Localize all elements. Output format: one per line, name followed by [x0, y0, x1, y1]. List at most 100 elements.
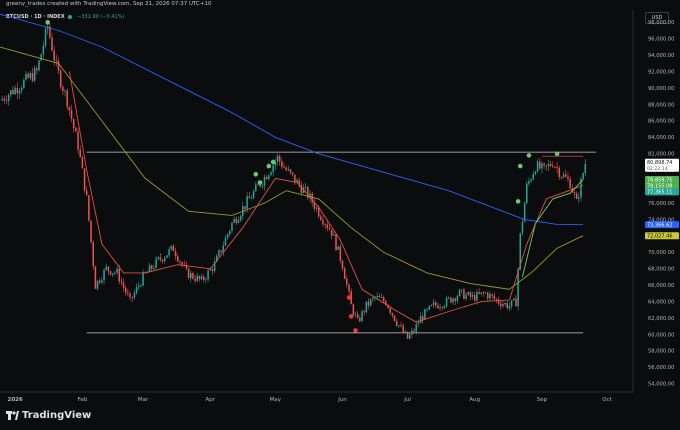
- candle: [155, 258, 157, 268]
- candle: [460, 289, 463, 291]
- candle: [424, 309, 426, 320]
- signal-dot: [270, 159, 276, 165]
- candle: [480, 292, 483, 294]
- candle: [378, 295, 381, 298]
- y-tick-label: 54,000.00: [648, 382, 674, 388]
- candle: [198, 275, 201, 280]
- candle: [118, 268, 120, 282]
- candle: [53, 50, 55, 61]
- candle: [88, 195, 90, 221]
- candle: [153, 267, 155, 269]
- candle: [317, 207, 320, 217]
- candle: [27, 73, 29, 79]
- signal-dot: [517, 163, 523, 169]
- candle: [367, 301, 370, 306]
- candle: [187, 268, 190, 279]
- candle: [179, 261, 181, 263]
- price-chart[interactable]: 54,000.00 56,000.00 58,000.00 60,000.00 62,0…: [0, 0, 680, 430]
- y-tick-label: 88,000.00: [648, 102, 674, 108]
- signal-dot: [353, 328, 358, 333]
- signal-dot: [515, 199, 521, 204]
- candle: [137, 285, 140, 287]
- candle: [447, 297, 450, 299]
- candle: [12, 90, 14, 95]
- candle: [513, 298, 515, 301]
- candle: [450, 297, 452, 303]
- candle: [469, 292, 472, 297]
- candle: [94, 266, 97, 289]
- candle: [96, 280, 99, 289]
- candle: [372, 297, 374, 300]
- candle: [489, 294, 491, 299]
- candle: [526, 183, 528, 204]
- candle: [575, 193, 578, 199]
- candle: [105, 266, 107, 270]
- candle: [270, 172, 272, 176]
- candle: [482, 292, 485, 294]
- candle: [231, 222, 233, 231]
- price-label-text: 80,898.74: [647, 160, 672, 166]
- candle: [554, 166, 556, 168]
- candle: [504, 302, 506, 305]
- candle: [70, 110, 73, 119]
- candle: [68, 106, 71, 111]
- candle: [486, 292, 489, 299]
- candle: [114, 272, 116, 274]
- candle: [406, 331, 409, 339]
- candle: [109, 271, 112, 275]
- candle: [515, 298, 517, 307]
- candle: [159, 257, 162, 260]
- candle: [567, 176, 569, 179]
- candle: [476, 292, 478, 301]
- candle: [389, 308, 391, 313]
- candle: [467, 292, 470, 295]
- candle: [578, 197, 580, 199]
- y-tick-label: 64,000.00: [648, 299, 674, 305]
- candle: [101, 280, 103, 283]
- candle: [90, 220, 92, 243]
- candle: [120, 281, 123, 283]
- candle: [456, 296, 459, 301]
- candle: [558, 167, 561, 178]
- candle: [393, 315, 396, 322]
- candle: [268, 175, 270, 180]
- candle: [38, 60, 40, 71]
- candle: [244, 206, 246, 209]
- candle: [530, 179, 532, 181]
- signal-dot: [348, 314, 354, 319]
- candle: [532, 174, 535, 180]
- candle: [92, 242, 94, 267]
- moving-average-line: [521, 179, 584, 278]
- candle: [430, 304, 433, 306]
- candle: [265, 177, 268, 180]
- candle: [103, 269, 105, 281]
- candle: [395, 321, 398, 326]
- candle: [495, 298, 498, 300]
- candle: [192, 273, 194, 279]
- price-label-text: 77,365.11: [647, 190, 672, 196]
- candle: [131, 296, 133, 299]
- candle: [209, 269, 212, 271]
- candle: [382, 297, 385, 302]
- tradingview-icon: [6, 410, 19, 420]
- candle: [313, 202, 316, 209]
- signal-dot: [266, 163, 272, 169]
- candle: [51, 37, 53, 51]
- candle: [239, 215, 242, 220]
- y-tick-label: 92,000.00: [648, 69, 674, 75]
- candle: [111, 273, 114, 275]
- candle: [562, 174, 565, 178]
- candle: [85, 190, 88, 196]
- candle: [359, 317, 361, 322]
- candle: [7, 94, 10, 101]
- candle: [157, 257, 160, 259]
- x-tick-label: 2026: [8, 397, 23, 403]
- candle: [281, 161, 283, 167]
- candle: [23, 79, 25, 89]
- candle: [428, 305, 430, 310]
- candle: [79, 149, 81, 157]
- candle: [471, 295, 474, 297]
- y-tick-label: 96,000.00: [648, 37, 674, 43]
- y-tick-label: 58,000.00: [648, 349, 674, 355]
- candle: [220, 250, 222, 252]
